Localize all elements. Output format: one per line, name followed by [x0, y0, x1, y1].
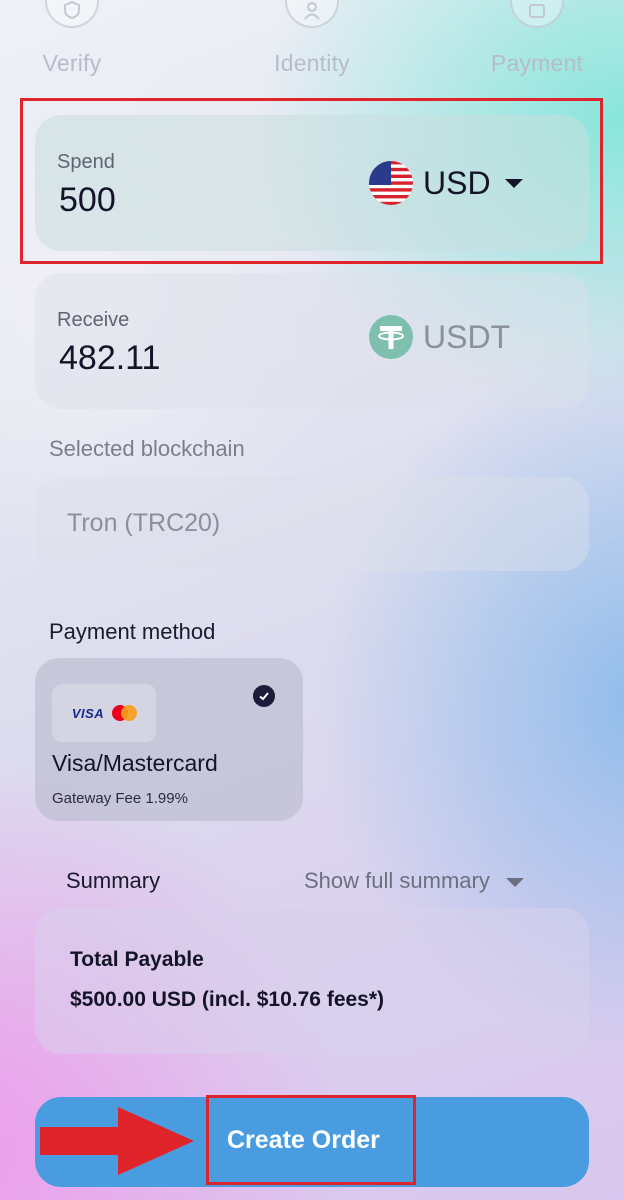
step-identity: Identity [242, 0, 382, 77]
button-highlight-annotation [206, 1095, 416, 1185]
step-verify-label: Verify [42, 50, 102, 76]
chevron-down-icon [505, 878, 524, 887]
user-icon [285, 0, 339, 28]
blockchain-value: Tron (TRC20) [67, 509, 221, 537]
spend-highlight-annotation [20, 98, 603, 264]
card-logos: VISA [52, 684, 156, 742]
summary-title: Summary [66, 868, 161, 893]
check-icon [253, 685, 275, 707]
step-identity-label: Identity [274, 50, 350, 76]
payment-method-label: Payment method [49, 619, 216, 644]
payment-option-fee: Gateway Fee 1.99% [52, 790, 188, 807]
receive-currency: USDT [369, 315, 510, 359]
step-payment-label: Payment [490, 50, 584, 76]
arrow-right-icon [40, 1107, 194, 1175]
summary-toggle-label: Show full summary [304, 868, 490, 893]
total-payable-value: $500.00 USD (incl. $10.76 fees*) [70, 988, 385, 1011]
receive-currency-code: USDT [423, 318, 511, 355]
total-payable-label: Total Payable [70, 948, 204, 971]
wallet-icon [510, 0, 564, 28]
receive-card: Receive 482.11 USDT [35, 273, 589, 409]
tether-icon [369, 315, 413, 359]
mastercard-logo-icon [112, 705, 138, 721]
receive-label: Receive [57, 309, 130, 331]
visa-logo: VISA [71, 705, 105, 721]
summary-card: Total Payable $500.00 USD (incl. $10.76 … [35, 908, 589, 1054]
step-verify: Verify [2, 0, 142, 77]
step-payment: Payment [467, 0, 607, 77]
progress-stepper: Verify Identity Payment [0, 0, 624, 90]
payment-option-visa-mastercard[interactable]: VISA Visa/Mastercard Gateway Fee 1.99% [35, 658, 303, 821]
show-full-summary-toggle[interactable]: Show full summary [304, 868, 524, 894]
blockchain-label: Selected blockchain [49, 436, 245, 461]
receive-amount: 482.11 [59, 339, 161, 377]
payment-option-name: Visa/Mastercard [52, 750, 218, 776]
shield-icon [45, 0, 99, 28]
blockchain-field: Tron (TRC20) [35, 477, 589, 571]
